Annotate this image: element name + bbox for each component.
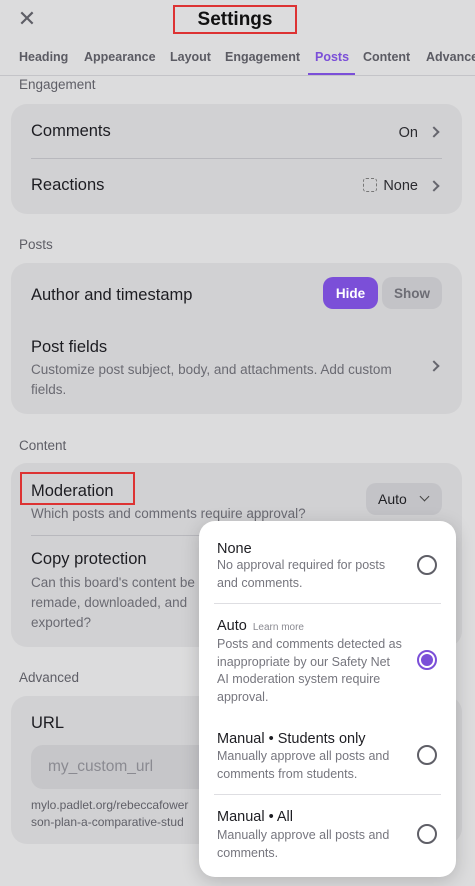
post-fields-row[interactable]: Post fields Customize post subject, body… — [11, 325, 462, 414]
copy-protection-desc-3: exported? — [31, 615, 92, 630]
option-auto[interactable]: Auto Learn more Posts and comments detect… — [199, 604, 456, 721]
tab-content[interactable]: Content — [363, 50, 410, 64]
tab-appearance[interactable]: Appearance — [84, 50, 156, 64]
moderation-select[interactable]: Auto — [366, 483, 442, 515]
option-title: Manual • All — [217, 809, 294, 825]
comments-row[interactable]: Comments On — [11, 104, 462, 158]
section-label-content: Content — [19, 438, 67, 453]
option-desc: Posts and comments detected as inappropr… — [217, 637, 402, 704]
url-link-line-2: son-plan-a-comparative-stud — [31, 815, 184, 829]
reaction-none-icon — [363, 178, 378, 192]
reactions-row[interactable]: Reactions None — [11, 159, 462, 214]
show-button[interactable]: Show — [382, 277, 442, 309]
hide-button[interactable]: Hide — [323, 277, 378, 309]
reactions-title: Reactions — [31, 176, 105, 194]
author-title: Author and timestamp — [31, 286, 193, 304]
engagement-card: Comments On Reactions None — [11, 104, 462, 214]
option-desc: Manually approve all posts and comments. — [217, 828, 390, 860]
option-none[interactable]: None No approval required for posts and … — [199, 521, 456, 603]
posts-card: Author and timestamp Hide Show Post fiel… — [11, 263, 462, 414]
section-label-posts: Posts — [19, 237, 53, 252]
chevron-right-icon — [428, 360, 440, 372]
moderation-value: Auto — [378, 491, 407, 507]
tab-heading[interactable]: Heading — [19, 50, 68, 64]
option-title: Auto — [217, 618, 247, 634]
tab-posts[interactable]: Posts — [315, 50, 349, 64]
url-placeholder: my_custom_url — [48, 758, 154, 775]
radio-manual-students[interactable] — [417, 745, 437, 765]
copy-protection-title: Copy protection — [31, 550, 147, 568]
section-label-engagement: Engagement — [19, 77, 96, 92]
chevron-right-icon — [428, 126, 440, 138]
moderation-dropdown: None No approval required for posts and … — [199, 521, 456, 877]
close-icon[interactable]: ✕ — [17, 8, 37, 30]
radio-manual-all[interactable] — [417, 824, 437, 844]
section-label-advanced: Advanced — [19, 670, 80, 685]
chevron-down-icon — [419, 491, 430, 502]
option-manual-all[interactable]: Manual • All Manually approve all posts … — [199, 795, 456, 877]
learn-more-link[interactable]: Learn more — [253, 622, 304, 633]
radio-auto[interactable] — [417, 650, 437, 670]
moderation-highlight — [20, 472, 135, 505]
page-title: Settings — [197, 8, 273, 30]
comments-value: On — [398, 125, 418, 141]
post-fields-desc: Customize post subject, body, and attach… — [31, 362, 392, 397]
url-input[interactable]: my_custom_url — [31, 745, 221, 789]
copy-protection-desc-2: remade, downloaded, and — [31, 595, 188, 610]
option-title: Manual • Students only — [217, 731, 366, 747]
url-link-line-1: mylo.padlet.org/rebeccafower — [31, 798, 189, 812]
radio-none[interactable] — [417, 555, 437, 575]
tab-advanced[interactable]: Advanced — [426, 50, 475, 64]
comments-title: Comments — [31, 122, 111, 140]
tab-bar: Heading Appearance Layout Engagement Pos… — [0, 44, 475, 76]
option-desc: No approval required for posts and comme… — [217, 558, 386, 590]
title-highlight: Settings — [173, 5, 297, 34]
chevron-right-icon — [428, 180, 440, 192]
option-title-wrap: Auto Learn more — [217, 618, 304, 634]
copy-protection-desc-1: Can this board's content be — [31, 575, 195, 590]
option-manual-students[interactable]: Manual • Students only Manually approve … — [199, 721, 456, 793]
url-title: URL — [31, 714, 65, 732]
tab-layout[interactable]: Layout — [170, 50, 211, 64]
option-title: None — [217, 541, 252, 557]
option-desc: Manually approve all posts and comments … — [217, 749, 390, 781]
active-tab-indicator — [308, 73, 355, 75]
reactions-value: None — [383, 178, 418, 194]
tab-engagement[interactable]: Engagement — [225, 50, 300, 64]
reactions-value-wrap: None — [363, 178, 418, 194]
post-fields-title: Post fields — [31, 338, 108, 356]
